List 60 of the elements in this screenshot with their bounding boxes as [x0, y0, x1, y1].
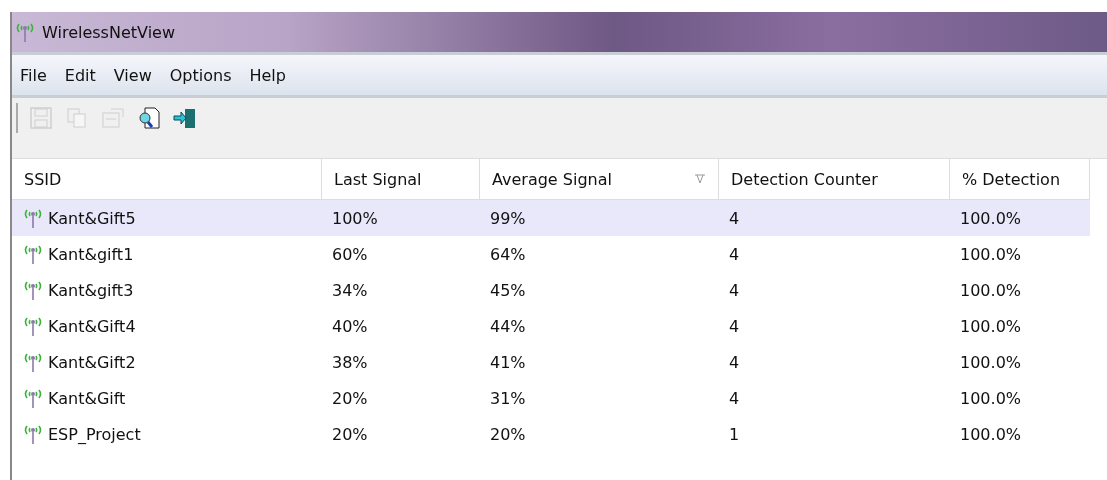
cell-text: 20% [332, 388, 368, 408]
cell-text: 20% [332, 424, 368, 444]
cell-text: 100.0% [960, 352, 1021, 372]
exit-door-icon [173, 106, 197, 130]
cell-text: 4 [729, 352, 740, 372]
antenna-icon [22, 351, 44, 373]
window-title: WirelessNetView [42, 22, 175, 42]
cell-text: Kant&Gift [48, 388, 126, 408]
cell-text: Kant&Gift4 [48, 316, 136, 336]
menu-item[interactable]: Help [241, 65, 294, 85]
column-header[interactable]: Average Signal [480, 159, 719, 200]
menu-item[interactable]: View [105, 65, 160, 85]
menu-item[interactable]: File [12, 65, 55, 85]
cell-text: 99% [490, 208, 526, 228]
cell-text: 44% [490, 316, 526, 336]
column-header[interactable]: SSID [12, 159, 322, 200]
table-row-cell[interactable]: Kant&Gift5 [12, 200, 322, 236]
antenna-icon [14, 21, 36, 43]
cell-text: 4 [729, 244, 740, 264]
antenna-icon [22, 387, 44, 409]
cell-text: 100.0% [960, 424, 1021, 444]
copy-icon [66, 107, 88, 129]
search-icon [137, 106, 161, 130]
cell-text: 4 [729, 280, 740, 300]
properties-icon [101, 107, 125, 129]
menu-item[interactable]: Edit [56, 65, 104, 85]
menu-item[interactable]: Options [161, 65, 240, 85]
cell-text: Kant&gift1 [48, 244, 134, 264]
cell-text: 100.0% [960, 316, 1021, 336]
column-header[interactable]: Detection Counter [719, 159, 950, 200]
cell-text: 60% [332, 244, 368, 264]
cell-text: 41% [490, 352, 526, 372]
cell-text: 64% [490, 244, 526, 264]
cell-text: ESP_Project [48, 424, 141, 444]
cell-text: 1 [729, 424, 740, 444]
column-header[interactable]: Last Signal [322, 159, 480, 200]
column-header[interactable]: % Detection [950, 159, 1090, 200]
antenna-icon [22, 243, 44, 265]
cell-text: 20% [490, 424, 526, 444]
cell-text: 4 [729, 208, 740, 228]
cell-text: 4 [729, 316, 740, 336]
cell-text: 40% [332, 316, 368, 336]
cell-text: 38% [332, 352, 368, 372]
antenna-icon [22, 423, 44, 445]
cell-text: 100.0% [960, 388, 1021, 408]
cell-text: 34% [332, 280, 368, 300]
cell-text: Kant&gift3 [48, 280, 134, 300]
cell-text: 31% [490, 388, 526, 408]
cell-text: 100.0% [960, 244, 1021, 264]
cell-text: 100% [332, 208, 378, 228]
antenna-icon [22, 315, 44, 337]
cell-text: 4 [729, 388, 740, 408]
cell-text: 100.0% [960, 280, 1021, 300]
cell-text: Kant&Gift5 [48, 208, 136, 228]
cell-text: 100.0% [960, 208, 1021, 228]
antenna-icon [22, 279, 44, 301]
antenna-icon [22, 207, 44, 229]
cell-text: 45% [490, 280, 526, 300]
cell-text: Kant&Gift2 [48, 352, 136, 372]
toolbar-button[interactable] [136, 105, 162, 131]
